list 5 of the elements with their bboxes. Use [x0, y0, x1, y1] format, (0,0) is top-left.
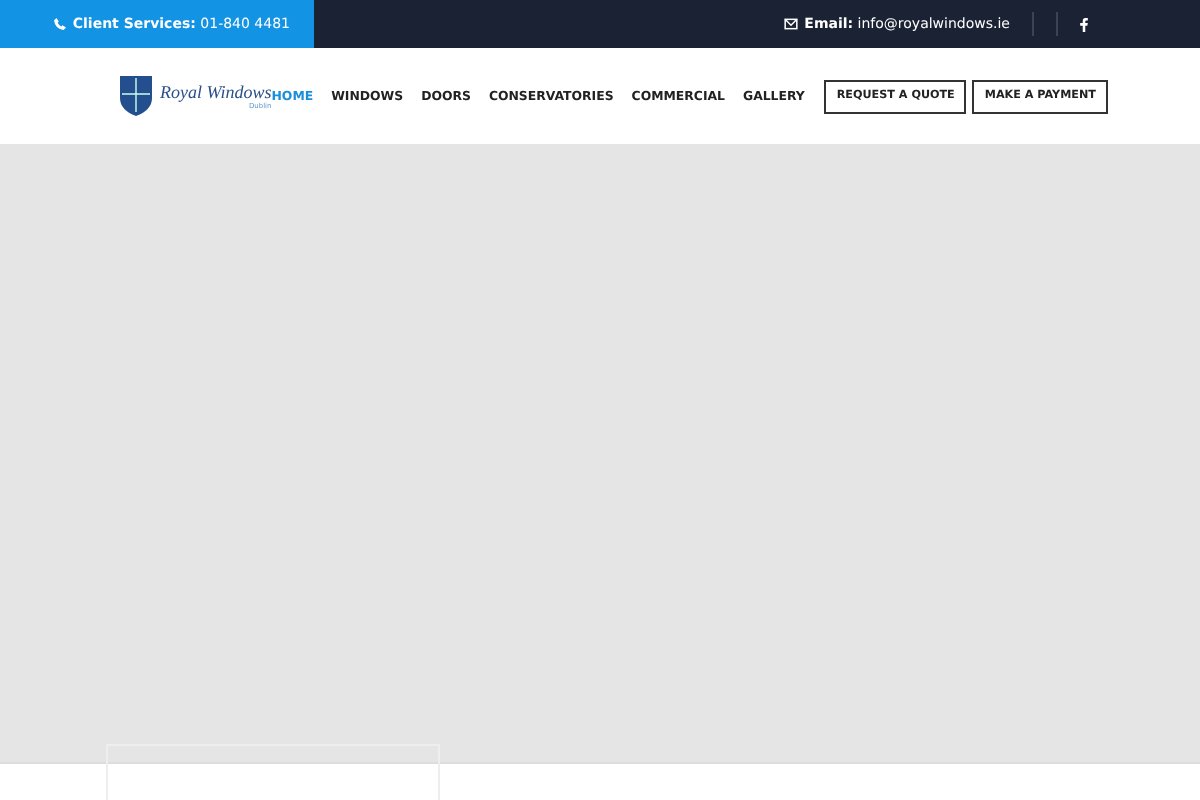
envelope-icon	[784, 18, 799, 30]
phone-icon	[54, 18, 67, 30]
facebook-icon[interactable]	[1080, 17, 1088, 31]
shield-logo-icon	[120, 76, 152, 116]
logo-name: Royal Windows	[160, 82, 272, 102]
